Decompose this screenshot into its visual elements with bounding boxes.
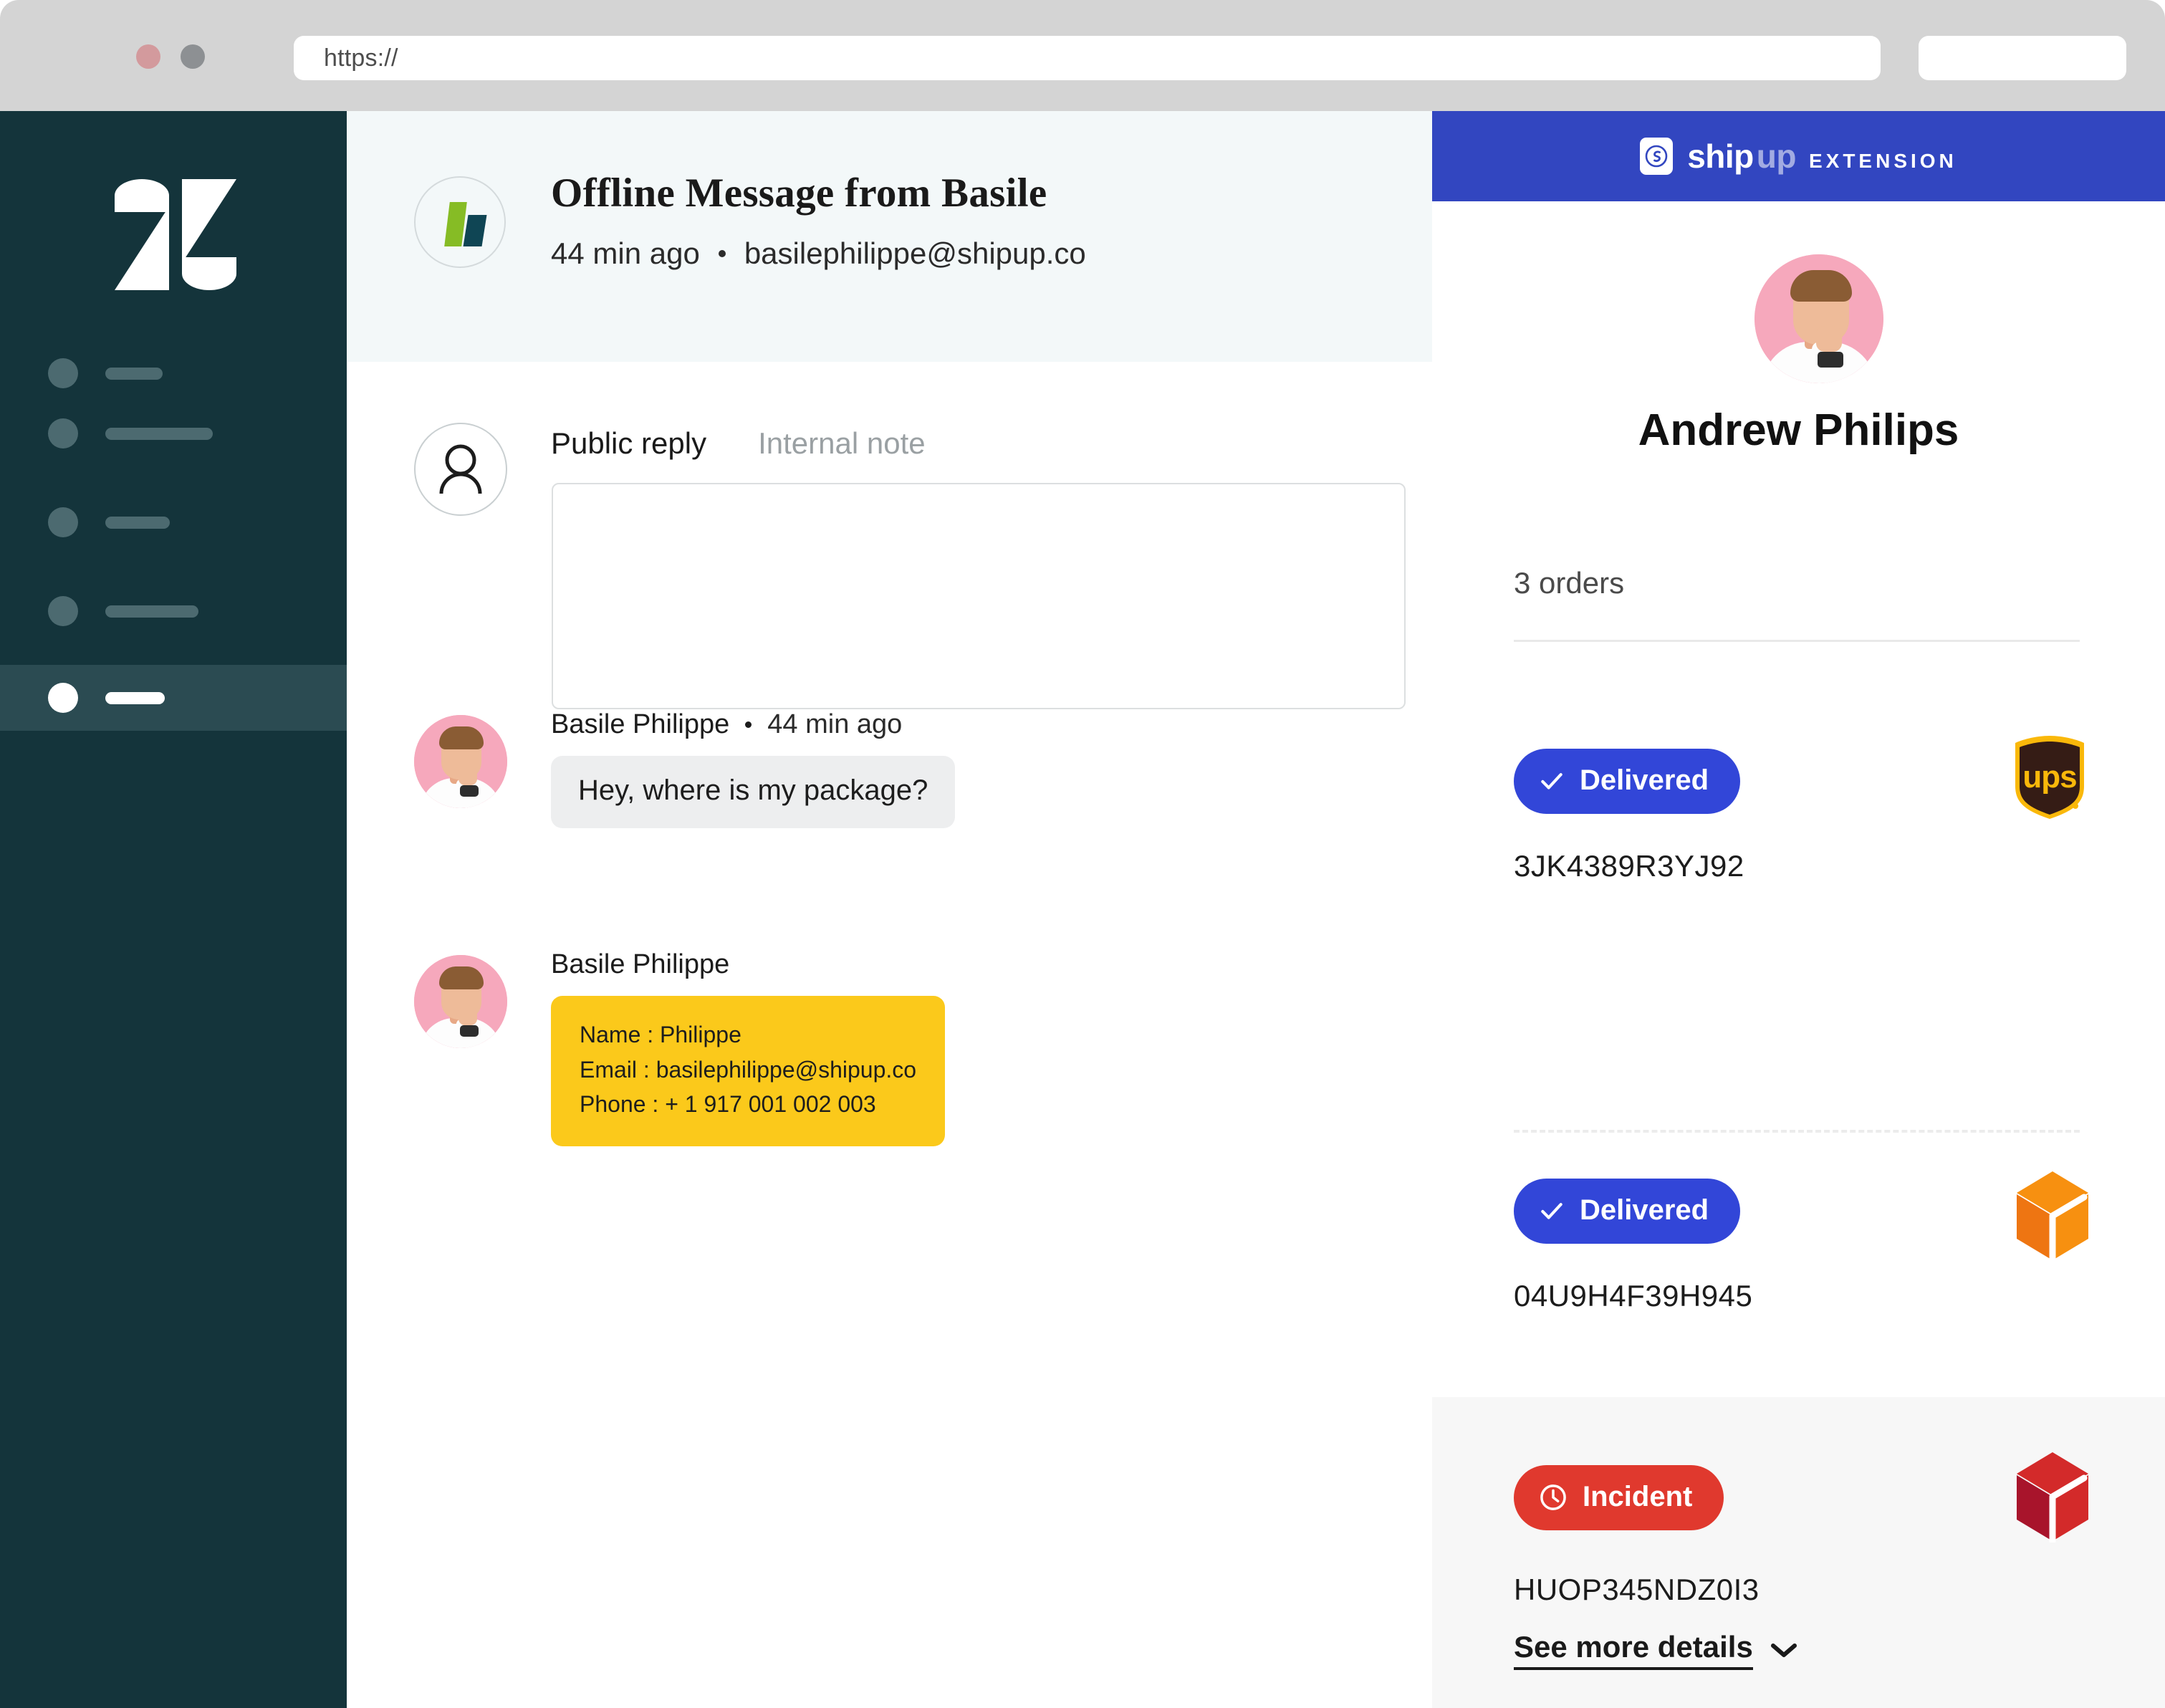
sidebar-item-1-icon [48,358,78,388]
sidebar-item-2-icon [48,418,78,448]
message-meta: Basile Philippe 44 min ago [551,709,902,740]
tracking-number: 04U9H4F39H945 [1514,1279,1753,1313]
zendesk-logo-icon [115,179,236,290]
ticket-requester-email: basilephilippe@shipup.co [744,236,1086,270]
clock-icon [1540,1484,1566,1510]
message-timestamp: 44 min ago [767,709,903,739]
channel-icon [414,176,506,268]
sidebar-item-4-label [105,605,198,618]
sidebar-item-5-icon [48,683,78,713]
separator-dot-icon [745,721,752,728]
agent-avatar [414,423,507,516]
left-sidebar [0,111,347,1708]
reply-textarea[interactable] [552,483,1406,709]
tracking-number: HUOP345NDZ0I3 [1514,1573,1760,1606]
orange-box-logo-icon [2012,1170,2093,1265]
separator-dot-icon [718,250,726,257]
divider [1514,1130,2080,1133]
app-window: Offline Message from Basile 44 min ago b… [0,111,2165,1708]
browser-toolbar-box[interactable] [1919,36,2126,80]
see-more-details-label: See more details [1514,1630,1753,1670]
message-author: Basile Philippe [551,709,730,739]
sidebar-item-3[interactable] [0,489,347,555]
message-bubble: Hey, where is my package? [551,756,956,828]
address-bar-text: https:// [324,44,398,72]
channel-icon-teal-shape [463,215,487,246]
window-traffic-lights [136,44,205,69]
status-badge-incident: Incident [1514,1465,1724,1530]
panel-bottom-band [1432,1671,2165,1708]
check-icon [1541,1202,1562,1219]
orders-count-label: 3 orders [1514,566,1625,600]
sidebar-item-4[interactable] [0,578,347,644]
tab-internal-note[interactable]: Internal note [758,426,926,461]
status-badge-label: Incident [1583,1481,1693,1512]
sidebar-item-2[interactable] [0,400,347,466]
divider [1514,640,2080,642]
check-icon [1541,772,1562,790]
status-badge-delivered: Delivered [1514,749,1741,814]
red-box-logo-icon [2012,1451,2093,1546]
sidebar-item-1[interactable] [0,340,347,406]
ticket-subheader: 44 min ago basilephilippe@shipup.co [551,236,1086,271]
contact-email-line: Email : basilephilippe@shipup.co [580,1056,917,1083]
chevron-down-icon [1770,1644,1797,1657]
incident-order-card[interactable]: Incident HUOP345NDZ0I3 See more details [1432,1397,2165,1708]
sidebar-item-3-icon [48,507,78,537]
status-badge-delivered: Delivered [1514,1179,1741,1244]
see-more-details-link[interactable]: See more details [1514,1630,1799,1670]
close-window-button[interactable] [136,44,160,69]
minimize-window-button[interactable] [181,44,205,69]
message-bubble-contact-card: Name : Philippe Email : basilephilippe@s… [551,996,946,1146]
status-badge-label: Delivered [1580,764,1709,796]
extension-header: ship up EXTENSION [1432,111,2165,201]
shipup-wordmark: ship up EXTENSION [1687,137,1957,176]
ups-logo-icon: ups [2012,734,2087,824]
ticket-timestamp: 44 min ago [551,236,700,270]
avatar [414,955,507,1048]
customer-name: Andrew Philips [1638,406,1959,455]
contact-name-line: Name : Philippe [580,1022,741,1047]
browser-chrome: https:// [0,0,2165,111]
sidebar-item-1-label [105,367,163,380]
sidebar-item-2-label [105,427,213,440]
brand-secondary: up [1756,138,1797,175]
sidebar-item-5-label [105,691,165,704]
brand-primary: ship [1687,138,1754,175]
sidebar-item-5[interactable] [0,665,347,731]
message-author: Basile Philippe [551,949,730,979]
shipup-logo-icon [1640,138,1674,175]
composer-tabs: Public reply Internal note [551,426,926,461]
status-badge-label: Delivered [1580,1194,1709,1226]
customer-avatar [1754,254,1883,383]
tracking-number: 3JK4389R3YJ92 [1514,849,1744,883]
sidebar-item-3-label [105,516,170,529]
tab-public-reply[interactable]: Public reply [551,426,706,461]
ticket-pane: Offline Message from Basile 44 min ago b… [347,111,1432,1708]
address-bar[interactable]: https:// [294,36,1881,80]
svg-text:ups: ups [2022,759,2076,795]
contact-phone-line: Phone : + 1 917 001 002 003 [580,1091,876,1118]
avatar [414,715,507,808]
message-meta: Basile Philippe [551,949,729,980]
shipup-extension-panel: ship up EXTENSION Andrew Philips 3 orders… [1432,111,2165,1708]
sidebar-item-4-icon [48,596,78,626]
ticket-header: Offline Message from Basile 44 min ago b… [347,111,1432,362]
message-text: Hey, where is my package? [578,774,928,806]
brand-suffix: EXTENSION [1808,150,1957,172]
page-title: Offline Message from Basile [551,171,1047,216]
